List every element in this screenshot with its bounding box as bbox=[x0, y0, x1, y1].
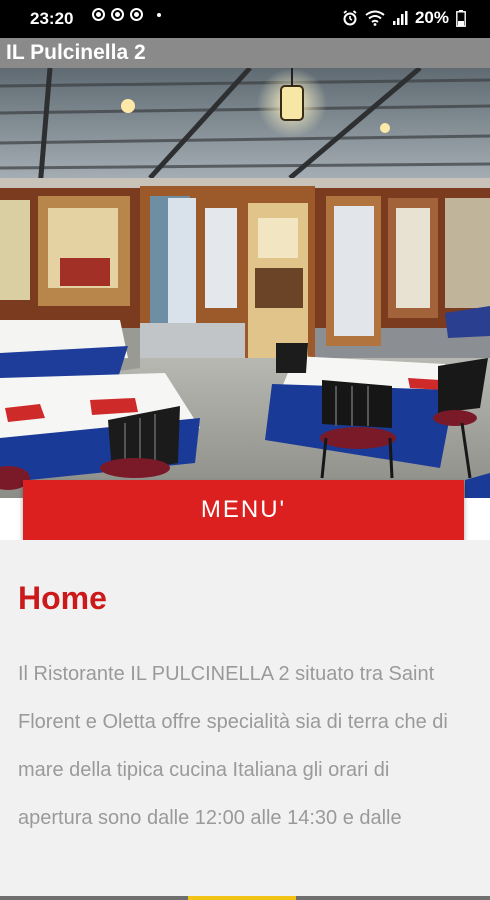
more-notifications-icon bbox=[157, 12, 161, 17]
home-content: Home Il Ristorante IL PULCINELLA 2 situa… bbox=[0, 540, 490, 896]
wifi-icon bbox=[365, 10, 385, 26]
menu-button[interactable]: MENU' bbox=[23, 480, 464, 540]
app-title: IL Pulcinella 2 bbox=[6, 41, 146, 64]
alarm-icon bbox=[343, 10, 357, 26]
status-bar: 23:20 20% bbox=[0, 0, 490, 38]
battery-percentage: 20% bbox=[414, 8, 449, 27]
notification-icon bbox=[92, 8, 105, 21]
home-heading: Home bbox=[18, 580, 107, 616]
signal-icon bbox=[392, 11, 408, 25]
notification-icon bbox=[130, 8, 143, 21]
battery-icon bbox=[456, 9, 466, 27]
status-indicators: 20% bbox=[342, 8, 466, 28]
notification-icons bbox=[92, 8, 161, 21]
restaurant-photo bbox=[0, 68, 490, 498]
app-bar: IL Pulcinella 2 bbox=[0, 38, 490, 68]
status-time: 23:20 bbox=[30, 9, 74, 28]
app-screen: 23:20 20% IL Pulcinella 2 MENU' Home Il … bbox=[0, 0, 490, 900]
bottom-bar bbox=[0, 896, 490, 900]
scroll-indicator bbox=[188, 896, 296, 900]
notification-icon bbox=[111, 8, 124, 21]
restaurant-description: Il Ristorante IL PULCINELLA 2 situato tr… bbox=[18, 663, 448, 829]
